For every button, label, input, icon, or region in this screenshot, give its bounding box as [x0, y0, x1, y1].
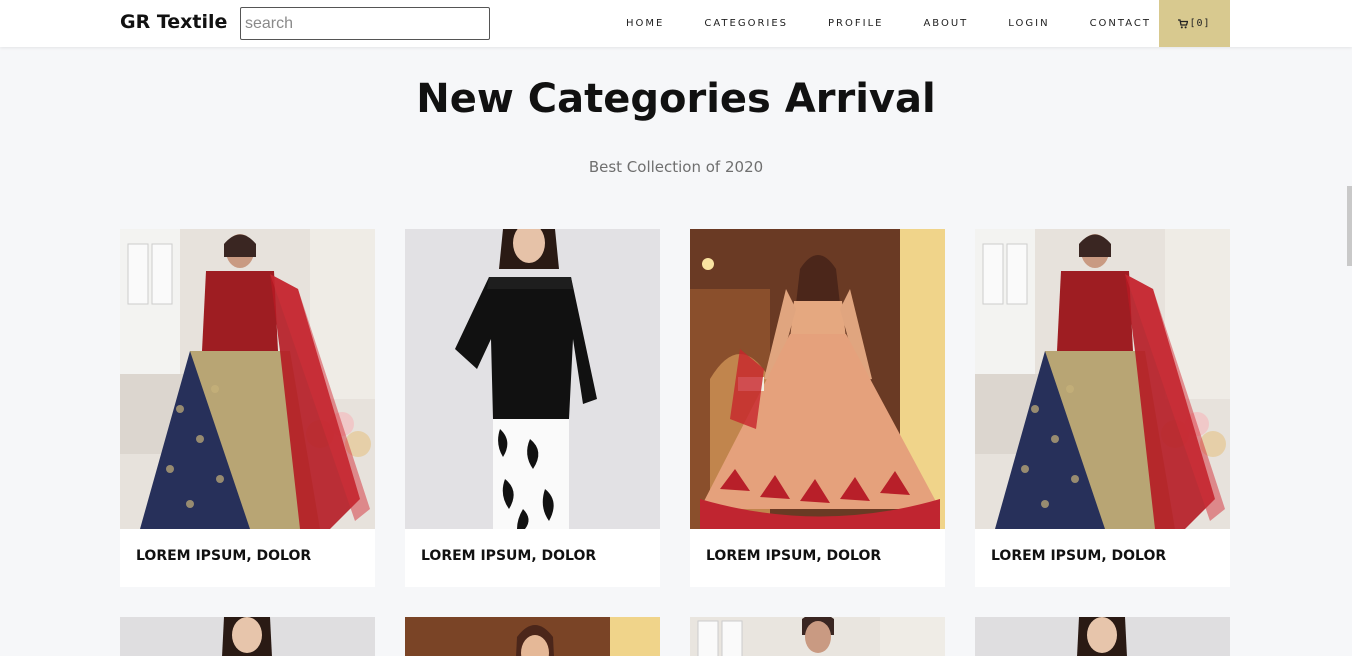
navbar: GR Textile HOME CATEGORIES PROFILE ABOUT…	[0, 0, 1352, 47]
red-navy-lehenga-photo[interactable]	[120, 229, 375, 529]
product-card[interactable]: LOREM IPSUM, DOLOR	[405, 229, 660, 587]
red-navy-lehenga-photo[interactable]	[975, 229, 1230, 529]
nav-home[interactable]: HOME	[606, 0, 684, 47]
page-title: New Categories Arrival	[416, 76, 936, 122]
nav-login[interactable]: LOGIN	[988, 0, 1069, 47]
page-subtitle: Best Collection of 2020	[588, 158, 764, 176]
cart-button[interactable]: [0]	[1159, 0, 1230, 47]
girl-portrait-photo[interactable]	[975, 617, 1230, 656]
brand-logo[interactable]: GR Textile	[120, 11, 227, 33]
bridal-lehenga-photo[interactable]	[690, 229, 945, 529]
girl-portrait-photo[interactable]	[120, 617, 375, 656]
product-caption: LOREM IPSUM, DOLOR	[706, 548, 882, 564]
nav-menu: HOME CATEGORIES PROFILE ABOUT LOGIN CONT…	[606, 0, 1171, 47]
product-caption: LOREM IPSUM, DOLOR	[991, 548, 1167, 564]
product-card[interactable]: LOREM IPSUM, DOLOR	[975, 229, 1230, 587]
product-card[interactable]	[405, 617, 660, 656]
product-caption: LOREM IPSUM, DOLOR	[421, 548, 597, 564]
product-caption: LOREM IPSUM, DOLOR	[136, 548, 312, 564]
scrollbar-thumb[interactable]	[1347, 186, 1352, 266]
nav-profile[interactable]: PROFILE	[808, 0, 903, 47]
search-input[interactable]	[240, 7, 490, 40]
product-card[interactable]: LOREM IPSUM, DOLOR	[690, 229, 945, 587]
girl-black-kurti-photo[interactable]	[405, 229, 660, 529]
product-card[interactable]: LOREM IPSUM, DOLOR	[120, 229, 375, 587]
nav-categories[interactable]: CATEGORIES	[684, 0, 808, 47]
cart-count: [0]	[1189, 18, 1211, 29]
bridal-portrait-photo[interactable]	[405, 617, 660, 656]
lehenga-portrait-photo[interactable]	[690, 617, 945, 656]
product-card[interactable]	[975, 617, 1230, 656]
product-card[interactable]	[120, 617, 375, 656]
cart-icon	[1178, 18, 1189, 28]
nav-about[interactable]: ABOUT	[903, 0, 988, 47]
nav-contact[interactable]: CONTACT	[1070, 0, 1171, 47]
product-card[interactable]	[690, 617, 945, 656]
